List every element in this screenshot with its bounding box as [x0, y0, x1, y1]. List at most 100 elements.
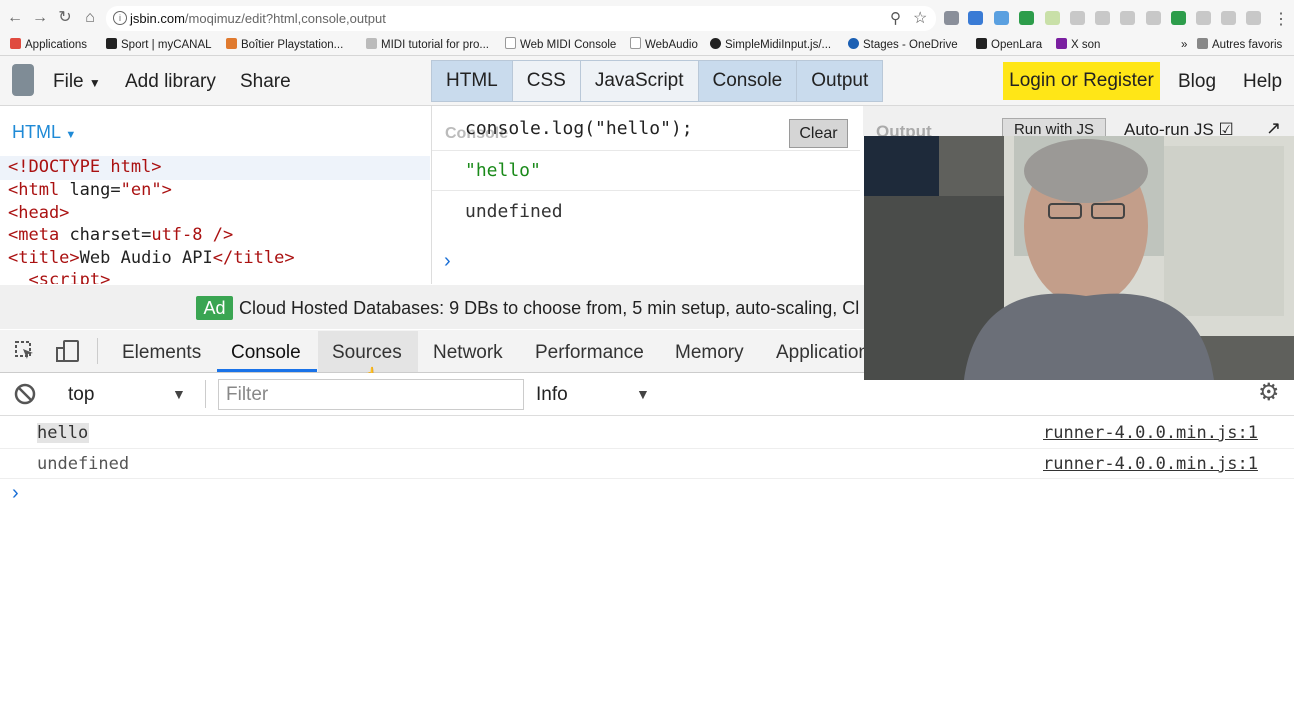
extension-icon[interactable] — [968, 11, 983, 25]
console-output-undefined: undefined — [465, 201, 563, 222]
caret-down-icon: ▼ — [88, 76, 101, 90]
webcam-video — [864, 136, 1294, 380]
bookmark-item[interactable]: Sport | myCANAL — [106, 37, 212, 53]
bookmark-item[interactable]: X son — [1056, 37, 1100, 53]
bookmark-item[interactable]: MIDI tutorial for pro... — [366, 37, 489, 53]
tab-console[interactable]: Console — [698, 61, 798, 101]
extension-icon[interactable] — [1221, 11, 1236, 25]
back-icon[interactable]: ← — [6, 9, 24, 27]
reload-icon[interactable]: ↻ — [56, 9, 74, 27]
zoom-icon[interactable]: ⚲ — [890, 9, 901, 27]
folder-icon — [1197, 38, 1208, 49]
code-line[interactable]: <script> — [8, 270, 110, 284]
console-output-string: "hello" — [465, 160, 541, 181]
code-line[interactable]: <head> — [8, 203, 69, 223]
bookmark-favicon — [226, 38, 237, 49]
cast-icon[interactable] — [1146, 11, 1161, 25]
url-text[interactable]: jsbin.com/moqimuz/edit?html,console,outp… — [130, 11, 386, 26]
log-level-select[interactable]: Info — [536, 384, 568, 406]
devtools-tab-application[interactable]: Application — [776, 342, 864, 364]
console-input-line[interactable]: console.log("hello"); — [465, 118, 693, 139]
page-icon — [630, 37, 641, 49]
devtools-tab-console[interactable]: Console — [231, 342, 301, 364]
info-icon[interactable]: i — [113, 11, 127, 25]
apps-grid-icon — [10, 38, 21, 49]
devtools-tab-network[interactable]: Network — [433, 342, 503, 364]
bookmark-item[interactable]: SimpleMidiInput.js/... — [710, 37, 831, 53]
extension-icon[interactable] — [1196, 11, 1211, 25]
blog-link[interactable]: Blog — [1178, 71, 1216, 93]
extension-icon[interactable] — [944, 11, 959, 25]
extension-icon[interactable] — [1095, 11, 1110, 25]
log-source-link[interactable]: runner-4.0.0.min.js:1 — [1043, 454, 1258, 474]
code-line[interactable]: <html lang="en"> — [8, 180, 172, 200]
devtools-tab-memory[interactable]: Memory — [675, 342, 744, 364]
bookmark-item[interactable]: Boîtier Playstation... — [226, 37, 343, 53]
jsbin-logo-icon[interactable] — [12, 64, 34, 96]
bookmark-item[interactable]: Web MIDI Console — [505, 37, 616, 53]
tab-javascript[interactable]: JavaScript — [580, 61, 699, 101]
bookmark-item[interactable]: Stages - OneDrive — [848, 37, 958, 53]
console-divider — [432, 150, 860, 151]
toolbar-divider — [97, 338, 98, 364]
add-library-button[interactable]: Add library — [125, 71, 216, 93]
file-menu[interactable]: File ▼ — [53, 71, 101, 93]
extension-icon[interactable] — [1246, 11, 1261, 25]
clear-button[interactable]: Clear — [789, 119, 848, 148]
settings-gear-icon[interactable]: ⚙ — [1258, 381, 1280, 405]
star-icon[interactable]: ☆ — [913, 8, 927, 28]
bookmark-item[interactable]: Applications — [10, 37, 87, 53]
home-icon[interactable]: ⌂ — [81, 9, 99, 27]
devtools-tab-performance[interactable]: Performance — [535, 342, 644, 364]
caret-down-icon[interactable]: ▼ — [636, 386, 650, 402]
caret-down-icon: ▼ — [65, 129, 77, 141]
clear-console-icon[interactable] — [14, 383, 36, 405]
extension-icon[interactable] — [1019, 11, 1034, 25]
console-input-area[interactable] — [0, 500, 1294, 722]
bookmark-favicon — [1056, 38, 1067, 49]
bookmark-item[interactable]: WebAudio — [630, 37, 698, 53]
tab-html[interactable]: HTML — [432, 61, 513, 101]
onedrive-icon — [848, 38, 859, 49]
extension-icon[interactable] — [1120, 11, 1135, 25]
code-line[interactable]: <meta charset=utf-8 /> — [8, 225, 233, 245]
github-icon — [710, 38, 721, 49]
tab-css[interactable]: CSS — [512, 61, 581, 101]
share-button[interactable]: Share — [240, 71, 291, 93]
login-register-button[interactable]: Login or Register — [1003, 62, 1160, 100]
extension-icon[interactable] — [994, 11, 1009, 25]
panel-toggle-group: HTML CSS JavaScript Console Output — [431, 60, 884, 102]
plus-icon — [106, 38, 117, 49]
log-message[interactable]: undefined — [37, 454, 129, 474]
other-bookmarks[interactable]: Autres favoris — [1197, 37, 1282, 53]
caret-down-icon[interactable]: ▼ — [172, 386, 186, 402]
log-source-link[interactable]: runner-4.0.0.min.js:1 — [1043, 423, 1258, 443]
bookmarks-more[interactable]: » — [1181, 37, 1187, 53]
code-line[interactable]: <title>Web Audio API</title> — [8, 248, 295, 268]
bookmark-favicon — [976, 38, 987, 49]
log-divider — [0, 448, 1294, 449]
devtools-tab-elements[interactable]: Elements — [122, 342, 201, 364]
menu-kebab-icon[interactable]: ⋮ — [1273, 9, 1289, 29]
bookmark-item[interactable]: OpenLara — [976, 37, 1042, 53]
context-select[interactable]: top — [68, 384, 94, 406]
tab-output[interactable]: Output — [797, 61, 883, 101]
extension-icon[interactable] — [1171, 11, 1186, 25]
forward-icon[interactable]: → — [31, 9, 49, 27]
toolbar-divider — [205, 380, 206, 408]
inspect-element-icon[interactable] — [14, 340, 36, 362]
log-message[interactable]: hello — [37, 423, 88, 443]
extension-icon[interactable] — [1045, 11, 1060, 25]
url-path: /moqimuz/edit?html,console,output — [184, 11, 386, 26]
extension-icon[interactable] — [1070, 11, 1085, 25]
devtools-tab-sources[interactable]: Sources — [332, 342, 402, 364]
code-line[interactable]: <!DOCTYPE html> — [8, 157, 162, 177]
console-prompt-icon[interactable]: › — [444, 250, 451, 273]
html-panel-label[interactable]: HTML ▼ — [12, 122, 76, 143]
help-link[interactable]: Help — [1243, 71, 1282, 93]
ad-badge: Ad — [196, 296, 233, 320]
active-tab-indicator — [217, 369, 317, 372]
log-divider — [0, 478, 1294, 479]
ad-text[interactable]: Cloud Hosted Databases: 9 DBs to choose … — [239, 298, 864, 319]
device-toolbar-icon[interactable] — [56, 339, 80, 363]
